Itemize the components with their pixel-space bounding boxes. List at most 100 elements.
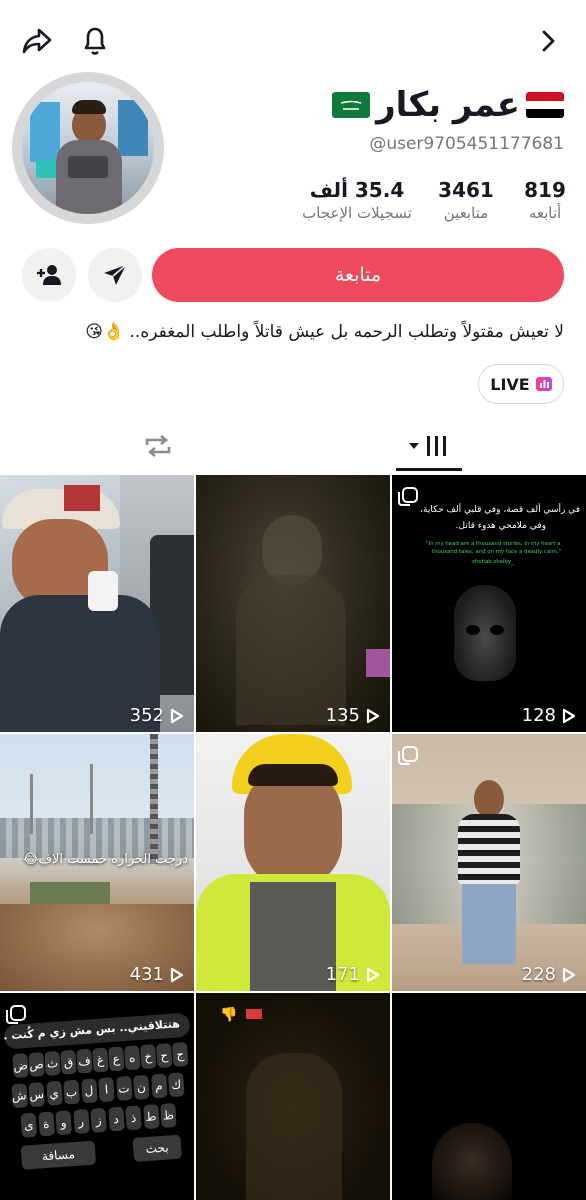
stat-followers[interactable]: 3461 متابعين [426, 178, 506, 222]
stat-likes[interactable]: 35.4 ألف تسجيلات الإعجاب [292, 178, 422, 222]
keyboard-key: ف [76, 1048, 93, 1074]
display-name-row: عمر بكار [332, 84, 564, 126]
keyboard-key: ك [167, 1072, 185, 1098]
keyboard-key: ي [45, 1080, 63, 1106]
views-count: 431 [130, 964, 184, 985]
keyboard-key: ن [133, 1074, 150, 1100]
video-thumbnail-5[interactable]: 171 [196, 734, 390, 991]
avatar[interactable] [12, 72, 164, 224]
video-thumbnail-3[interactable]: في رأسي ألف قصة، وفي قلبي ألف حكاية، وفي… [392, 475, 586, 732]
keyboard-key: ة [37, 1111, 55, 1137]
keyboard-key: ص [28, 1051, 45, 1077]
video-thumbnail-2[interactable]: 135 [196, 475, 390, 732]
keyboard-key: ش [10, 1083, 28, 1109]
views-count: 135 [326, 705, 380, 726]
message-button[interactable] [88, 248, 142, 302]
stat-followers-label: متابعين [443, 204, 489, 222]
live-label: LIVE [490, 374, 530, 394]
stat-following-label: أتابعه [528, 204, 562, 222]
keyboard-key: ا [98, 1077, 115, 1103]
display-name: عمر بكار [376, 85, 520, 125]
tab-videos[interactable] [396, 424, 462, 468]
video-thumbnail-7[interactable]: هتتلاقيني.. بس مش زي م كُنت . جحخهعغفقثص… [0, 993, 194, 1200]
tab-reposts[interactable] [120, 424, 196, 468]
grid-icon [409, 436, 446, 456]
keyboard-key: ذ [125, 1105, 142, 1131]
add-friend-button[interactable] [22, 248, 76, 302]
views-count: 352 [130, 705, 184, 726]
keyboard-key: ث [44, 1050, 61, 1076]
keyboard: جحخهعغفقثصض كمنتالبيسش ظطذدزروةى مسافة ب… [0, 1037, 194, 1199]
keyboard-key: ج [171, 1041, 189, 1067]
play-icon [562, 967, 576, 982]
keyboard-key: ز [90, 1107, 107, 1133]
chevron-right-icon[interactable] [534, 26, 564, 56]
send-icon [104, 264, 127, 285]
keyboard-key: ر [72, 1109, 90, 1135]
follow-button[interactable]: متابعة [152, 248, 564, 302]
keyboard-key: ى [20, 1112, 38, 1138]
video-thumbnail-4[interactable]: درجت الحراره خمست الاف😂 431 [0, 734, 194, 991]
bio: لا تعيش مقتولاً وتطلب الرحمه بل عيش قاتل… [85, 322, 564, 342]
video-thumbnail-8[interactable]: 👎 [196, 993, 390, 1200]
keyboard-key: ط [142, 1104, 160, 1130]
saudi-flag-icon [332, 92, 371, 118]
photo-carousel-icon [6, 1005, 26, 1024]
caption-en-2: thousand tales, and on my face a deadly … [432, 549, 562, 555]
keyboard-key: و [55, 1110, 72, 1136]
keyboard-key: ض [12, 1053, 29, 1079]
keyboard-key: خ [139, 1044, 157, 1070]
caption-ar-1: في رأسي ألف قصة، وفي قلبي ألف حكاية، [420, 505, 580, 515]
username: @user9705451177681 [369, 134, 564, 154]
video-thumbnail-1[interactable]: 352 [0, 475, 194, 732]
views-count: 128 [522, 705, 576, 726]
photo-carousel-icon [398, 746, 418, 765]
keyboard-key: ظ [160, 1102, 177, 1128]
share-icon[interactable] [20, 24, 54, 58]
video-thumbnail-6[interactable]: 228 [392, 734, 586, 991]
keyboard-key: ع [108, 1046, 125, 1072]
play-icon [170, 967, 184, 982]
play-icon [562, 708, 576, 723]
caption-handle: shehab.shalby_ [472, 559, 514, 565]
caption-ar-2: وفي ملامحي هدوء قاتل. [455, 521, 546, 531]
stat-following-value: 819 [524, 178, 566, 202]
keyboard-key: ب [63, 1079, 80, 1105]
play-icon [366, 708, 380, 723]
keyboard-key: د [107, 1106, 125, 1132]
masked-face-image [454, 585, 516, 681]
keyboard-key: س [28, 1082, 45, 1108]
keyboard-key: ت [115, 1075, 133, 1101]
add-user-icon [37, 265, 61, 285]
keyboard-key: ه [123, 1045, 141, 1071]
stat-followers-value: 3461 [438, 178, 494, 202]
thumbs-down-icon: 👎 [220, 1007, 238, 1023]
live-bars-icon [535, 377, 552, 391]
views-count: 228 [522, 964, 576, 985]
overlay-caption: درجت الحراره خمست الاف😂 [23, 852, 188, 867]
stat-likes-label: تسجيلات الإعجاب [302, 204, 412, 222]
stat-following[interactable]: 819 أتابعه [510, 178, 580, 222]
play-icon [170, 708, 184, 723]
keyboard-typed-text: هتتلاقيني.. بس مش زي م كُنت . [2, 1017, 181, 1043]
play-icon [366, 967, 380, 982]
photo-carousel-icon [398, 487, 418, 506]
yemen-flag-icon [526, 92, 564, 118]
repost-icon [145, 434, 171, 458]
video-thumbnail-9[interactable] [392, 993, 586, 1200]
keyboard-key: ق [60, 1049, 77, 1075]
live-button[interactable]: LIVE [478, 364, 564, 404]
key-search: بحث [132, 1134, 182, 1162]
views-count: 171 [326, 964, 380, 985]
caption-en-1: "In my head are a thousand stories, in m… [426, 541, 561, 547]
key-space: مسافة [20, 1140, 97, 1170]
bio-text: لا تعيش مقتولاً وتطلب الرحمه بل عيش قاتل… [129, 322, 564, 342]
keyboard-key: ح [155, 1043, 173, 1069]
bio-emojis: 👌😘 [85, 322, 125, 342]
keyboard-key: ل [80, 1078, 98, 1104]
bell-icon[interactable] [78, 24, 112, 58]
keyboard-key: م [150, 1073, 168, 1099]
keyboard-key: غ [92, 1047, 109, 1073]
tab-active-indicator [396, 468, 462, 471]
stat-likes-value: 35.4 ألف [309, 178, 405, 202]
